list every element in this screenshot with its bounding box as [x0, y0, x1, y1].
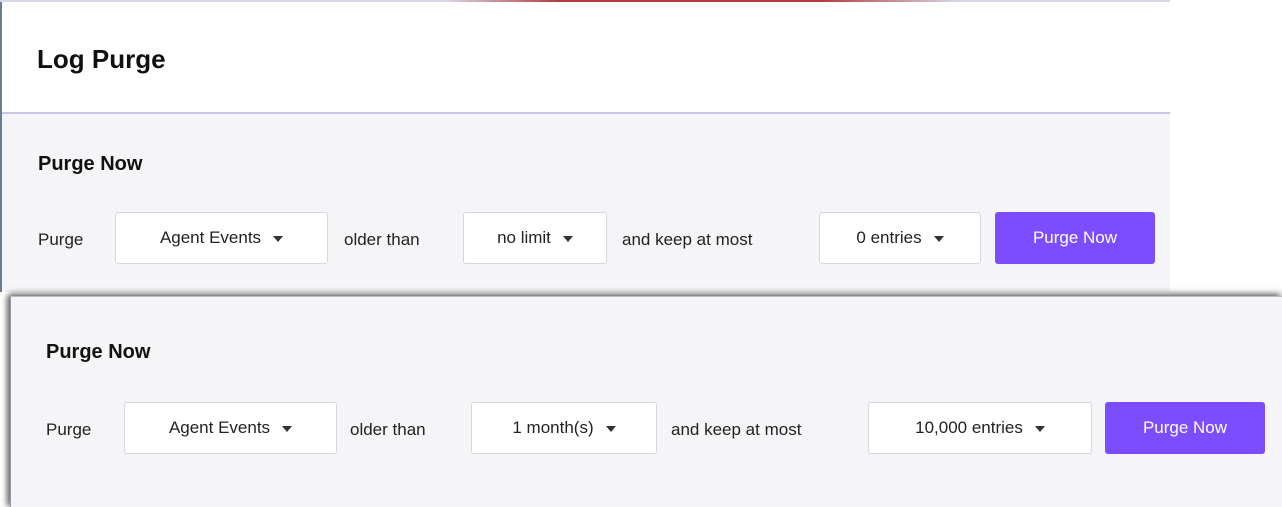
keep-at-most-label: and keep at most — [622, 230, 753, 249]
entries-dropdown[interactable]: 10,000 entries — [868, 402, 1092, 454]
entries-dropdown[interactable]: 0 entries — [819, 212, 981, 264]
log-type-dropdown[interactable]: Agent Events — [124, 402, 337, 454]
log-type-dropdown[interactable]: Agent Events — [115, 212, 328, 264]
age-value: no limit — [497, 228, 551, 247]
log-type-value: Agent Events — [159, 228, 262, 247]
age-dropdown[interactable]: 1 month(s) — [471, 402, 657, 454]
entries-value: 0 entries — [856, 228, 922, 247]
purge-now-button[interactable]: Purge Now — [995, 212, 1155, 264]
older-than-label: older than — [344, 230, 420, 249]
age-dropdown[interactable]: no limit — [463, 212, 607, 264]
page-title: Log Purge — [37, 44, 166, 74]
caret-down-icon — [933, 236, 944, 242]
purge-now-button[interactable]: Purge Now — [1105, 402, 1265, 454]
caret-down-icon — [562, 236, 573, 242]
purge-label: Purge — [46, 420, 92, 439]
page-header: Log Purge — [2, 2, 1170, 114]
caret-down-icon — [282, 426, 293, 432]
entries-value: 10,000 entries — [915, 418, 1023, 437]
section-title: Purge Now — [38, 153, 143, 175]
age-value: 1 month(s) — [512, 418, 594, 437]
older-than-label: older than — [350, 420, 426, 439]
log-type-value: Agent Events — [168, 418, 271, 437]
caret-down-icon — [1034, 426, 1045, 432]
caret-down-icon — [273, 236, 284, 242]
purge-label: Purge — [38, 230, 84, 249]
keep-at-most-label: and keep at most — [671, 420, 802, 439]
section-title: Purge Now — [46, 341, 151, 363]
purge-panel-updated: Purge Now Purge Agent Events older than … — [10, 296, 1282, 507]
caret-down-icon — [605, 426, 616, 432]
purge-panel-original: Purge Now Purge Agent Events older than … — [2, 114, 1170, 292]
